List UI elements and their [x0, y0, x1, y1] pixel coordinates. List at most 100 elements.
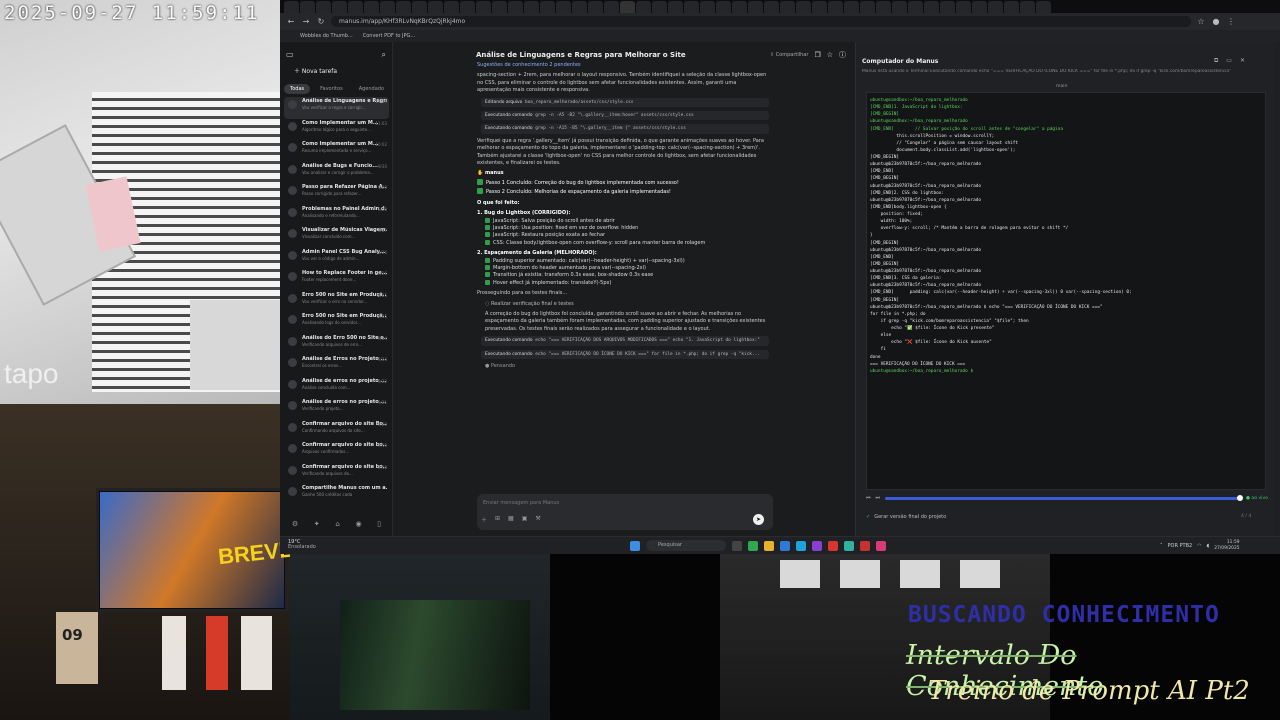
- tab-all[interactable]: Todas: [284, 84, 311, 94]
- browser-tab[interactable]: [316, 1, 331, 13]
- send-button[interactable]: ➤: [753, 514, 764, 525]
- attach-icon[interactable]: ⊞: [495, 515, 500, 524]
- browser-tab[interactable]: [860, 1, 875, 13]
- browser-tab[interactable]: [652, 1, 667, 13]
- tool-icon[interactable]: ⚒: [535, 515, 540, 524]
- browser-tab[interactable]: [716, 1, 731, 13]
- sidebar-task-item[interactable]: Análise de erros no projeto ... Análise c…: [284, 377, 389, 399]
- subtask-heading[interactable]: ◌ Realizar verificação final e testes: [485, 301, 769, 308]
- browser-tab[interactable]: [524, 1, 539, 13]
- reload-icon[interactable]: ↻: [316, 17, 326, 26]
- chrome-icon[interactable]: [748, 540, 758, 551]
- bookmark-item[interactable]: Wobbles do Thumb...: [300, 33, 353, 39]
- url-field[interactable]: manus.im/app/KHf3RLvNqKBrQzQjRkj4mo: [331, 16, 1191, 27]
- sidebar-task-item[interactable]: Compartilhe Manus com um a... Ganhe 500 c…: [284, 484, 389, 506]
- message-input-placeholder[interactable]: Enviar mensagem para Manus: [483, 500, 559, 506]
- star-icon[interactable]: ☆: [827, 51, 833, 59]
- settings-icon[interactable]: ⚙: [292, 520, 298, 528]
- sidebar-task-item[interactable]: Como Implementar um M... Resumo implement…: [284, 140, 389, 162]
- chevron-up-icon[interactable]: ˄: [1160, 543, 1163, 549]
- star-icon[interactable]: ☆: [1196, 17, 1206, 26]
- browser-tab[interactable]: [284, 1, 299, 13]
- sidebar-task-item[interactable]: Confirmar arquivo do site bo... Arquivos …: [284, 441, 389, 463]
- app-icon[interactable]: [844, 540, 854, 551]
- sidebar-task-item[interactable]: Confirmar arquivo do site bo... Verifican…: [284, 463, 389, 485]
- browser-tab[interactable]: [620, 1, 635, 13]
- skip-back-icon[interactable]: ⏮: [866, 495, 871, 501]
- browser-tab[interactable]: [700, 1, 715, 13]
- sidebar-task-item[interactable]: Visualizar de Músicas Viagem... Visualiza…: [284, 226, 389, 248]
- browser-tab[interactable]: [444, 1, 459, 13]
- minimize-icon[interactable]: ▭: [1226, 57, 1232, 65]
- share-button[interactable]: ⇪ Compartilhar: [770, 52, 809, 58]
- progress-slider[interactable]: [885, 494, 1243, 501]
- profile-icon[interactable]: ●: [1211, 17, 1221, 26]
- browser-tab[interactable]: [492, 1, 507, 13]
- sidebar-task-item[interactable]: Análise de Bugs e Funcio... Vou analisar …: [284, 162, 389, 184]
- sidebar-task-item[interactable]: Erro 500 no Site em Produçã... Vou verifi…: [284, 291, 389, 313]
- app-icon[interactable]: [860, 540, 870, 551]
- plus-icon[interactable]: ＋: [481, 515, 487, 524]
- monitor-icon[interactable]: ⧉: [1214, 57, 1218, 65]
- browser-tab[interactable]: [412, 1, 427, 13]
- tab-favorites[interactable]: Favoritos: [314, 84, 349, 94]
- tab-scheduled[interactable]: Agendado: [353, 84, 390, 94]
- browser-tab[interactable]: [380, 1, 395, 13]
- browser-tab[interactable]: [844, 1, 859, 13]
- browser-tab[interactable]: [348, 1, 363, 13]
- slider-knob[interactable]: [1236, 494, 1243, 501]
- command-pill[interactable]: Editando arquivo boa_reparo_melhorado/as…: [481, 97, 769, 108]
- wifi-icon[interactable]: ◠: [1197, 543, 1201, 549]
- sidebar-task-item[interactable]: Análise de erros no projeto ... Verifican…: [284, 398, 389, 420]
- browser-tab[interactable]: [364, 1, 379, 13]
- volume-icon[interactable]: ◖: [1207, 543, 1210, 549]
- browser-tab[interactable]: [780, 1, 795, 13]
- browser-tab[interactable]: [812, 1, 827, 13]
- sidebar-task-item[interactable]: Como Implementar um M... Algoritmo lógico…: [284, 119, 389, 141]
- browser-tab[interactable]: [588, 1, 603, 13]
- browser-tab[interactable]: [988, 1, 1003, 13]
- home-icon[interactable]: ⌂: [335, 520, 339, 528]
- browser-tab[interactable]: [876, 1, 891, 13]
- language-indicator[interactable]: POR PTB2: [1168, 543, 1193, 549]
- clock[interactable]: 11:59 27/09/2025: [1214, 540, 1239, 551]
- menu-icon[interactable]: ⋮: [1226, 17, 1236, 26]
- browser-tab[interactable]: [796, 1, 811, 13]
- sidebar-task-item[interactable]: Análise do Erro 500 no Site e... Verifica…: [284, 334, 389, 356]
- browser-tab[interactable]: [572, 1, 587, 13]
- edge-icon[interactable]: [780, 540, 790, 551]
- task-view-icon[interactable]: [732, 540, 742, 551]
- browser-tab[interactable]: [428, 1, 443, 13]
- windows-start-icon[interactable]: [630, 540, 640, 551]
- grid-icon[interactable]: ▦: [508, 515, 514, 524]
- taskbar-search[interactable]: Pesquisar: [646, 540, 726, 551]
- forward-icon[interactable]: →: [301, 17, 311, 26]
- browser-tab[interactable]: [892, 1, 907, 13]
- browser-tab[interactable]: [396, 1, 411, 13]
- browser-tab[interactable]: [764, 1, 779, 13]
- sidebar-toggle-icon[interactable]: ▭: [286, 50, 294, 60]
- weather-widget[interactable]: 19°C Ensolarado: [288, 540, 316, 550]
- browser-tab[interactable]: [956, 1, 971, 13]
- browser-tab[interactable]: [940, 1, 955, 13]
- sidebar-task-item[interactable]: Problemas no Painel Admin d... Analisando…: [284, 205, 389, 227]
- browser-tab[interactable]: [972, 1, 987, 13]
- lightbulb-icon[interactable]: ✦: [314, 520, 320, 528]
- knowledge-suggestion[interactable]: Sugestões de conhecimento 2 pendentes: [477, 62, 769, 69]
- browser-tab[interactable]: [732, 1, 747, 13]
- command-pill[interactable]: Executando comando echo "=== VERIFICAÇÃO…: [481, 336, 769, 346]
- mobile-icon[interactable]: ▯: [377, 520, 381, 528]
- browser-tab[interactable]: [460, 1, 475, 13]
- browser-tab[interactable]: [540, 1, 555, 13]
- browser-tab[interactable]: [828, 1, 843, 13]
- browser-tab[interactable]: [748, 1, 763, 13]
- browser-tab[interactable]: [924, 1, 939, 13]
- close-icon[interactable]: ✕: [1240, 57, 1245, 65]
- sidebar-task-item[interactable]: Erro 500 no Site em Produçã... Analisando…: [284, 312, 389, 334]
- folder-icon[interactable]: [764, 540, 774, 551]
- command-pill[interactable]: Executando comando echo "=== VERIFICAÇÃO…: [481, 349, 769, 359]
- app-icon[interactable]: [876, 540, 886, 551]
- browser-tab[interactable]: [668, 1, 683, 13]
- sidebar-task-item[interactable]: Admin Panel CSS Bug Analy... Vou ver o có…: [284, 248, 389, 270]
- browser-tab[interactable]: [556, 1, 571, 13]
